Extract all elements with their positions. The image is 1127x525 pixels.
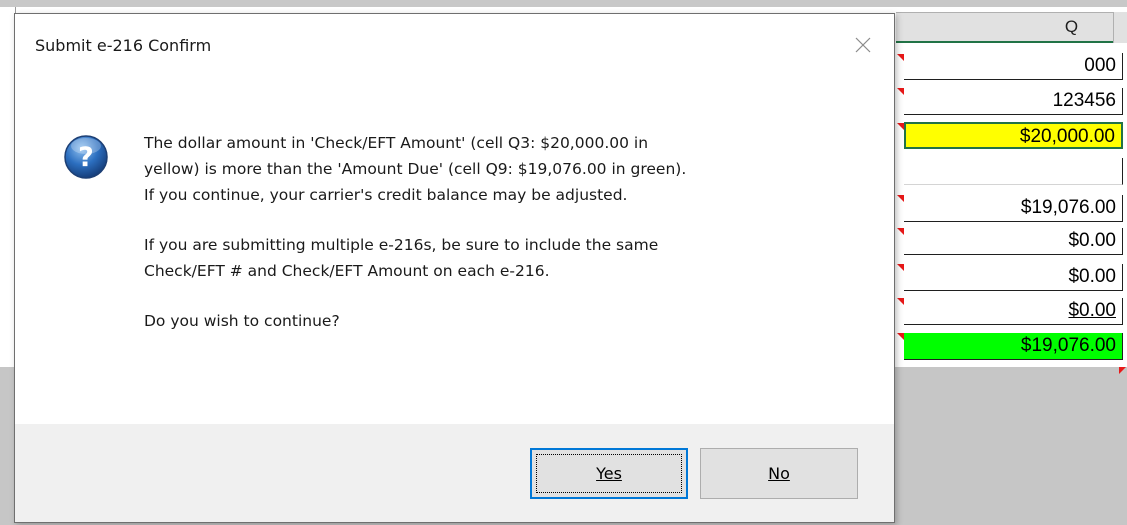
close-icon[interactable] [850, 32, 876, 58]
no-button[interactable]: No [700, 448, 858, 499]
comment-marker [897, 195, 904, 202]
focus-ring [536, 454, 682, 493]
comment-marker [897, 228, 904, 235]
comment-marker [897, 54, 904, 61]
sheet-top-edge [0, 0, 1127, 7]
cell-q3[interactable]: $20,000.00 [904, 122, 1123, 149]
comment-marker [1119, 367, 1126, 374]
cell-q1[interactable]: 000 [904, 53, 1123, 80]
dialog-title: Submit e-216 Confirm [35, 36, 212, 55]
comment-marker [897, 123, 904, 130]
comment-marker [897, 88, 904, 95]
comment-marker [897, 333, 904, 340]
cell-q8[interactable]: $0.00 [904, 298, 1123, 325]
cell-q5[interactable]: $19,076.00 [904, 195, 1123, 222]
message-question: Do you wish to continue? [144, 312, 340, 330]
comment-marker [897, 298, 904, 305]
message-paragraph: The dollar amount in 'Check/EFT Amount' … [144, 134, 687, 204]
dialog-message: The dollar amount in 'Check/EFT Amount' … [144, 130, 844, 358]
question-icon: ? [64, 135, 108, 179]
cell-q9[interactable]: $19,076.00 [904, 333, 1123, 360]
column-header-q[interactable]: Q [896, 12, 1127, 43]
yes-button[interactable]: Yes [530, 448, 688, 499]
confirm-dialog: Submit e-216 Confirm ? The dollar amount… [14, 13, 895, 523]
message-paragraph: If you are submitting multiple e-216s, b… [144, 236, 659, 280]
close-icon-glyph [855, 37, 871, 53]
cell-q7[interactable]: $0.00 [904, 264, 1123, 291]
comment-marker [897, 264, 904, 271]
svg-text:?: ? [78, 142, 94, 173]
cell-q4[interactable] [904, 158, 1123, 185]
cell-q6[interactable]: $0.00 [904, 228, 1123, 255]
cell-q2[interactable]: 123456 [904, 88, 1123, 115]
column-header-next[interactable] [1113, 12, 1127, 43]
